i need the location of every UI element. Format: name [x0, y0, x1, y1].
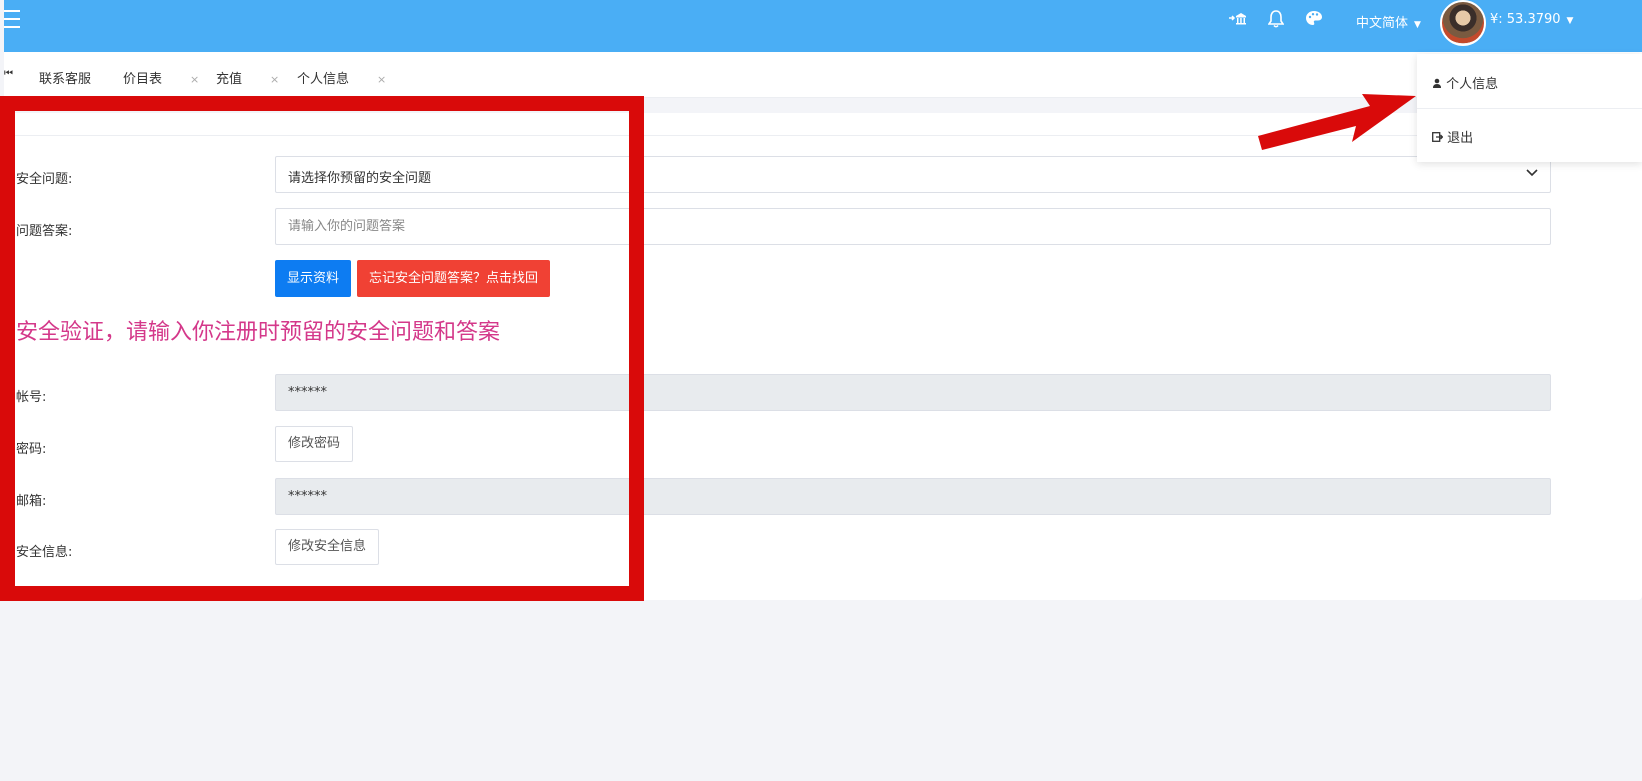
tab-price-list[interactable]: 价目表 ×: [123, 68, 199, 87]
tab-profile[interactable]: 个人信息 ×: [297, 68, 386, 87]
bell-icon[interactable]: [1266, 10, 1286, 32]
balance-label: ¥: 53.3790: [1490, 12, 1561, 27]
close-icon[interactable]: ×: [190, 73, 199, 86]
chevron-down-icon: ▼: [1414, 20, 1421, 30]
tab-contact-service[interactable]: 联系客服: [39, 68, 91, 87]
chevron-down-icon: [1526, 165, 1538, 181]
palette-icon[interactable]: [1304, 10, 1324, 30]
annotation-arrow-icon: [1258, 94, 1416, 150]
top-header: 中文简体 ▼ ¥: 53.3790 ▼: [4, 0, 1642, 52]
tab-label: 充值: [216, 72, 243, 87]
language-label: 中文简体: [1356, 16, 1409, 31]
bank-icon-svg: [1229, 13, 1246, 25]
chevron-down-icon: ▼: [1566, 16, 1574, 26]
chevron-down-svg: [1526, 169, 1538, 177]
tab-label: 联系客服: [39, 72, 92, 87]
tab-label: 价目表: [123, 72, 163, 87]
dropdown-item-profile[interactable]: 个人信息: [1432, 73, 1498, 92]
hamburger-menu-icon[interactable]: [4, 10, 20, 28]
dropdown-logout-label: 退出: [1447, 131, 1474, 146]
divider: [1417, 108, 1642, 109]
dropdown-profile-label: 个人信息: [1446, 77, 1499, 92]
logout-icon: [1432, 132, 1444, 142]
annotation-highlight-frame: [0, 96, 644, 601]
bank-icon[interactable]: [1228, 10, 1248, 29]
user-icon: [1433, 78, 1441, 88]
palette-icon-svg: [1306, 11, 1322, 25]
close-icon[interactable]: ×: [377, 73, 386, 86]
user-dropdown-menu: 个人信息 退出: [1417, 54, 1642, 162]
bell-icon-svg: [1267, 10, 1285, 28]
tab-recharge[interactable]: 充值 ×: [216, 68, 279, 87]
user-balance-menu[interactable]: ¥: 53.3790 ▼: [1490, 12, 1573, 27]
language-selector[interactable]: 中文简体 ▼: [1356, 12, 1421, 31]
tab-label: 个人信息: [297, 72, 350, 87]
close-icon[interactable]: ×: [270, 73, 279, 86]
dropdown-item-logout[interactable]: 退出: [1432, 127, 1473, 146]
tab-scroll-left-icon[interactable]: ⏮: [4, 68, 13, 79]
avatar[interactable]: [1440, 0, 1486, 46]
